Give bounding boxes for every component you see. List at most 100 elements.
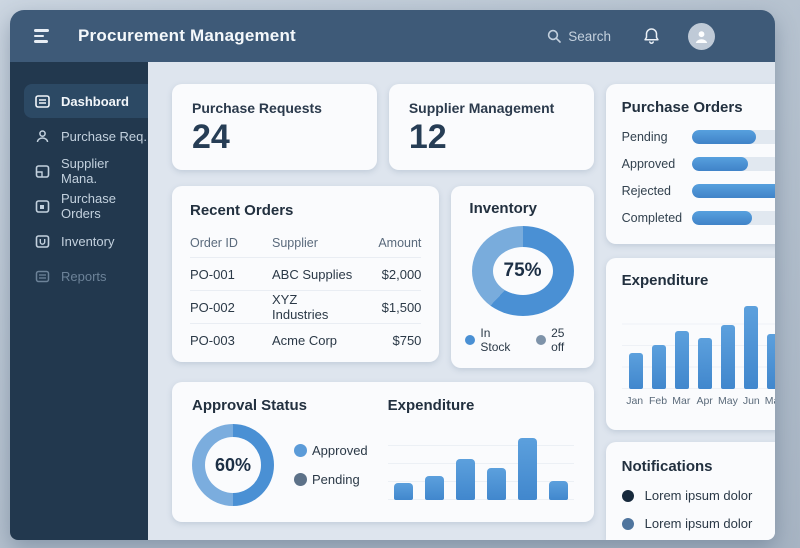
progress-fill [691,184,775,198]
column-header: Supplier [272,236,318,250]
legend-item-approved: Approved [294,443,368,458]
donut-center-label: 60% [205,437,261,493]
card-title: Supplier Management [408,100,555,116]
table-cell: $1,500 [381,299,422,315]
card-title: Purchase Requests [192,100,322,116]
progress-fill [691,157,749,171]
bar-column [626,353,646,389]
legend-item-in-stock: In Stock [465,326,522,354]
inventory-donut-chart: 75% [471,226,574,316]
notification-dot [621,489,634,502]
sidebar-item-label: Reports [61,268,107,284]
table-row[interactable]: PO-003 Acme Corp $750 [190,323,422,356]
approval-status-card: Approval Status 60% Approved Pending Expe… [172,382,594,522]
bar [548,481,568,500]
legend-dot [294,473,307,486]
bar [424,476,444,500]
user-avatar[interactable] [688,22,715,50]
sidebar-nav: Dashboard Purchase Req. Supplier Mana. Purc… [10,62,148,540]
search-icon [547,29,562,43]
bar [455,459,475,500]
bar [697,338,712,389]
search-button[interactable]: Search [547,29,611,44]
po-bar-row-completed: Completed [622,211,775,225]
sidebar-item-label: Dashboard [61,93,129,109]
progress-track [691,184,775,198]
table-cell: Acme Corp [272,332,338,348]
inventory-card: Inventory 75% In Stock 25 off [451,186,594,368]
supplier-management-card[interactable]: Supplier Management 12 [388,84,594,170]
app-title: Procurement Management [78,26,296,45]
table-cell: $750 [392,332,422,348]
menu-icon[interactable] [34,29,52,43]
purchase-requests-card[interactable]: Purchase Requests 24 [172,84,377,170]
po-bar-label: Completed [621,211,683,225]
po-bar-row-approved: Approved [622,157,775,171]
card-title: Inventory [469,200,537,217]
legend-label: In Stock [480,326,511,354]
sidebar-item-inventory[interactable]: Inventory [24,224,148,258]
card-title: Expenditure [387,397,475,414]
progress-track [691,157,775,171]
bar [651,345,666,389]
expenditure-mini-chart [387,428,574,500]
bar [720,325,735,389]
dashboard-icon [35,94,50,109]
table-cell: PO-002 [190,299,235,315]
bar-column [695,338,715,389]
table-row[interactable]: PO-002 XYZ Industries $1,500 [190,290,422,323]
table-cell: XYZ Industries [272,292,329,322]
sidebar-item-label: Supplier Mana. [61,156,109,186]
x-axis-label: May [718,395,738,407]
expenditure-axis-labels: Jan Feb Mar Apr May Jun May [622,389,775,407]
donut-center-label: 75% [492,247,553,295]
progress-track [691,211,775,225]
sidebar-item-dashboard[interactable]: Dashboard [24,84,148,118]
sidebar-item-label: Purchase Req. [61,128,147,144]
reports-icon [35,269,50,284]
notification-item[interactable]: Lorem ipsum dolor [621,516,775,531]
column-header: Order ID [190,236,238,250]
x-axis-label: May [764,395,775,407]
x-axis-label: Mar [672,395,691,407]
notifications-card: Notifications Lorem ipsum dolor Lorem ips… [605,442,775,540]
card-title: Notifications [621,458,713,475]
sidebar-item-purchase-orders[interactable]: Purchase Orders [24,189,148,223]
sidebar-item-label: Purchase Orders [61,191,116,221]
sidebar-item-supplier-mana[interactable]: Supplier Mana. [24,154,148,188]
legend-dot [536,335,547,345]
bar-column [764,334,775,389]
notification-text: Lorem ipsum dolor [644,488,753,503]
table-cell: $2,000 [381,266,422,282]
inventory-legend: In Stock 25 off [465,326,579,354]
top-header: Procurement Management Search [10,10,775,62]
legend-label: 25 off [551,326,565,354]
sidebar-item-reports[interactable]: Reports [24,259,148,293]
sidebar-item-purchase-req[interactable]: Purchase Req. [24,119,148,153]
bar [486,468,506,500]
approval-donut-chart: 60% [192,424,274,506]
recent-orders-table: Order ID Supplier Amount PO-001 ABC Supplies… [190,229,422,356]
po-bar-row-pending: Pending [622,130,775,144]
progress-track [691,130,775,144]
stat-value: 12 [408,118,447,156]
expenditure-mini-section: Expenditure [387,397,574,507]
bar-column [718,325,738,389]
notifications-list: Lorem ipsum dolorLorem ipsum dolorLorem … [621,488,775,540]
app-window: Procurement Management Search Dashboard P… [10,10,775,540]
column-header: Amount [378,236,422,250]
x-axis-label: Jan [626,395,644,407]
table-cell: PO-001 [190,266,235,282]
approval-section: Approval Status 60% Approved Pending [192,397,368,507]
main-content: Purchase Requests 24 Supplier Management… [148,62,775,540]
table-header-row: Order ID Supplier Amount [190,229,421,257]
purchase-orders-card: Purchase Orders Pending Approved Rejected C… [605,84,775,244]
po-bar-label: Approved [621,157,676,171]
table-row[interactable]: PO-001 ABC Supplies $2,000 [190,257,422,290]
notifications-bell-icon[interactable] [643,27,660,45]
legend-dot [294,444,307,457]
recent-orders-card: Recent Orders Order ID Supplier Amount PO-0… [172,186,440,362]
bar-column [672,331,692,389]
notification-item[interactable]: Lorem ipsum dolor [621,488,775,503]
table-cell: PO-003 [190,332,235,348]
